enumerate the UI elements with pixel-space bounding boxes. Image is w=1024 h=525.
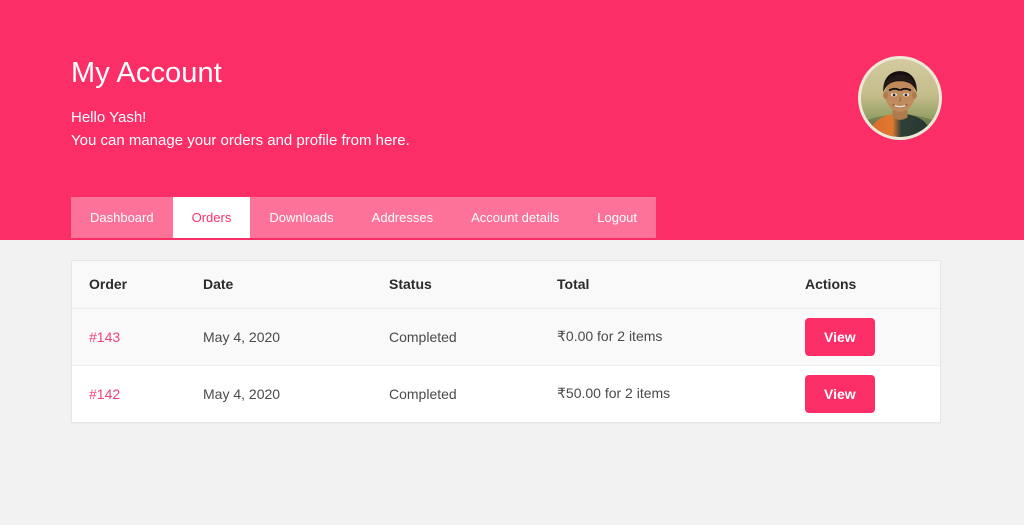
cell-date: May 4, 2020 <box>203 385 281 402</box>
view-order-button[interactable]: View <box>805 374 875 413</box>
account-content: Order Date Status Total Actions #143 May… <box>0 240 1024 525</box>
tab-downloads[interactable]: Downloads <box>250 197 353 238</box>
order-number-link[interactable]: #142 <box>89 386 120 402</box>
tab-account-details[interactable]: Account details <box>452 197 579 238</box>
order-number-link[interactable]: #143 <box>89 329 120 345</box>
account-page: My Account Hello Yash! You can manage yo… <box>0 0 1024 525</box>
page-title: My Account <box>71 57 222 89</box>
tab-label: Logout <box>597 210 638 225</box>
tab-label: Orders <box>191 210 232 225</box>
cell-actions: View <box>788 308 940 365</box>
orders-table-head: Order Date Status Total Actions <box>72 261 940 308</box>
tab-logout[interactable]: Logout <box>578 197 657 238</box>
account-header: My Account Hello Yash! You can manage yo… <box>0 0 1024 240</box>
tab-label: Downloads <box>269 210 334 225</box>
orders-table-body: #143 May 4, 2020 Completed ₹0.00 for 2 i… <box>72 308 940 422</box>
column-header-date: Date <box>203 276 234 293</box>
cell-total: ₹50.00 for 2 items <box>557 385 671 402</box>
orders-table: Order Date Status Total Actions #143 May… <box>72 261 940 422</box>
table-header-row: Order Date Status Total Actions <box>72 261 940 308</box>
tab-addresses[interactable]: Addresses <box>352 197 453 238</box>
cell-order: #142 <box>72 365 186 422</box>
column-header-status: Status <box>389 276 432 293</box>
cell-status: Completed <box>389 328 457 345</box>
orders-card: Order Date Status Total Actions #143 May… <box>71 260 941 423</box>
tab-dashboard[interactable]: Dashboard <box>71 197 173 238</box>
column-header-order: Order <box>89 276 128 293</box>
greeting-block: Hello Yash! You can manage your orders a… <box>71 106 410 152</box>
column-header-actions: Actions <box>805 276 857 293</box>
account-tab-nav: Dashboard Orders Downloads Addresses Acc… <box>71 197 657 238</box>
avatar[interactable] <box>858 56 942 140</box>
cell-total: ₹0.00 for 2 items <box>557 328 663 344</box>
table-row: #142 May 4, 2020 Completed ₹50.00 for 2 … <box>72 365 940 422</box>
table-row: #143 May 4, 2020 Completed ₹0.00 for 2 i… <box>72 308 940 365</box>
cell-actions: View <box>788 365 940 422</box>
cell-order: #143 <box>72 308 186 365</box>
view-order-button[interactable]: View <box>805 317 875 356</box>
tab-label: Addresses <box>371 210 434 225</box>
avatar-photo <box>861 59 939 137</box>
tab-label: Account details <box>471 210 560 225</box>
cell-status: Completed <box>389 385 457 402</box>
tab-orders[interactable]: Orders <box>172 197 251 238</box>
greeting-text: Hello Yash! <box>71 109 147 126</box>
cell-date: May 4, 2020 <box>203 328 281 345</box>
tab-label: Dashboard <box>90 210 154 225</box>
greeting-subtitle: You can manage your orders and profile f… <box>71 132 410 149</box>
column-header-total: Total <box>557 276 590 293</box>
